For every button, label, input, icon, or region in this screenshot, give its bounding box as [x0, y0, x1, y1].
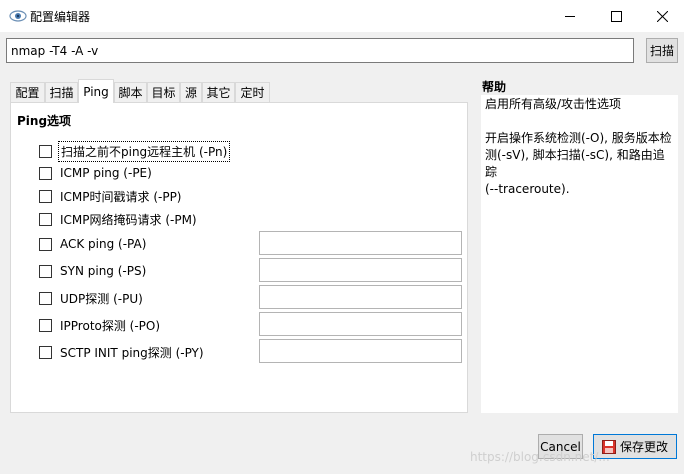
window-title: 配置编辑器 [30, 10, 91, 24]
tab-ping[interactable]: Ping [78, 79, 114, 103]
save-button-label: 保存更改 [619, 440, 668, 454]
tab-profile[interactable]: 配置 [10, 82, 45, 102]
sctp-init-ping-checkbox[interactable] [39, 345, 52, 359]
tab-source[interactable]: 源 [180, 82, 202, 102]
option-icmp-timestamp[interactable]: ICMP时间戳请求 (-PP) [39, 187, 184, 205]
sctp-init-ping-ports-input[interactable] [259, 339, 462, 363]
tab-scan[interactable]: 扫描 [45, 82, 78, 102]
no-ping-checkbox[interactable] [39, 144, 52, 158]
option-label: UDP探测 (-PU) [60, 291, 143, 306]
ack-ping-checkbox[interactable] [39, 237, 52, 251]
help-line: 开启操作系统检测(-O), 服务版本检 [485, 131, 672, 145]
udp-probe-checkbox[interactable] [39, 291, 52, 305]
udp-probe-ports-input[interactable] [259, 285, 462, 309]
help-text-box: 启用所有高级/攻击性选项 ​ 开启操作系统检测(-O), 服务版本检 测(-sV… [481, 95, 678, 413]
ping-options-panel: Ping选项 扫描之前不ping远程主机 (-Pn) ICMP ping (-P… [10, 102, 468, 413]
option-label: ICMP时间戳请求 (-PP) [60, 189, 182, 204]
option-label: ICMP网络掩码请求 (-PM) [60, 212, 197, 227]
ping-group-title: Ping选项 [17, 114, 72, 128]
eye-icon [9, 10, 27, 22]
syn-ping-ports-input[interactable] [259, 258, 462, 282]
minimize-button[interactable] [547, 0, 593, 32]
minimize-icon [564, 15, 575, 17]
icmp-netmask-checkbox[interactable] [39, 212, 52, 226]
option-icmp-netmask[interactable]: ICMP网络掩码请求 (-PM) [39, 210, 199, 228]
option-udp-probe[interactable]: UDP探测 (-PU) [39, 289, 145, 307]
close-icon [656, 10, 668, 22]
tab-timing[interactable]: 定时 [235, 82, 270, 102]
option-label: ICMP ping (-PE) [60, 166, 152, 180]
option-ipproto-probe[interactable]: IPProto探测 (-PO) [39, 316, 162, 334]
tab-other[interactable]: 其它 [202, 82, 235, 102]
option-sctp-init-ping[interactable]: SCTP INIT ping探测 (-PY) [39, 343, 206, 361]
tab-target[interactable]: 目标 [147, 82, 180, 102]
option-label: IPProto探测 (-PO) [60, 318, 161, 333]
watermark: https://blog.csdn.net/... [470, 450, 610, 464]
help-line: ​ [485, 113, 674, 130]
option-no-ping[interactable]: 扫描之前不ping远程主机 (-Pn) [39, 140, 231, 162]
icmp-timestamp-checkbox[interactable] [39, 189, 52, 203]
ipproto-probe-input[interactable] [259, 312, 462, 336]
option-label: SCTP INIT ping探测 (-PY) [60, 345, 204, 360]
option-label: ACK ping (-PA) [60, 237, 147, 251]
help-line: 启用所有高级/攻击性选项 [485, 97, 622, 111]
ipproto-probe-checkbox[interactable] [39, 318, 52, 332]
option-label: 扫描之前不ping远程主机 (-Pn) [58, 140, 231, 162]
command-input[interactable] [6, 38, 634, 63]
syn-ping-checkbox[interactable] [39, 264, 52, 278]
maximize-icon [610, 10, 622, 22]
option-ack-ping[interactable]: ACK ping (-PA) [39, 235, 148, 253]
close-button[interactable] [639, 0, 684, 32]
help-line: 测(-sV), 脚本扫描(-sC), 和路由追踪 [485, 148, 665, 179]
help-title: 帮助 [482, 80, 507, 94]
help-line: (--traceroute). [485, 182, 570, 196]
tab-scripting[interactable]: 脚本 [114, 82, 147, 102]
scan-button[interactable]: 扫描 [646, 38, 678, 63]
option-label: SYN ping (-PS) [60, 264, 147, 278]
maximize-button[interactable] [593, 0, 639, 32]
title-bar: 配置编辑器 [0, 0, 684, 32]
ack-ping-ports-input[interactable] [259, 231, 462, 255]
option-syn-ping[interactable]: SYN ping (-PS) [39, 262, 148, 280]
option-icmp-ping[interactable]: ICMP ping (-PE) [39, 164, 154, 182]
scan-button-label: 扫描 [649, 44, 674, 58]
icmp-ping-checkbox[interactable] [39, 166, 52, 180]
